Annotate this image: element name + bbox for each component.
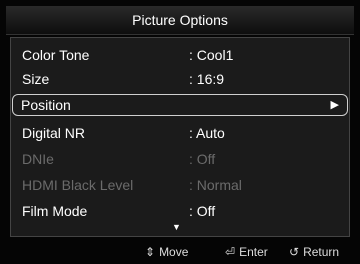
enter-hint: ⏎ Enter [225,240,268,264]
scroll-down-icon[interactable]: ▼ [172,222,181,232]
menu-item-label: HDMI Black Level [22,177,134,193]
menu-item-value: : Off [189,151,216,167]
submenu-arrow-icon: ▶ [330,99,339,111]
page-title: Picture Options [6,6,354,35]
menu-item-label: Size [22,71,50,87]
enter-icon: ⏎ [225,245,236,259]
return-hint: ↺ Return [289,240,339,264]
up-down-arrows-icon: ⇕ [145,245,156,259]
menu-item-value: : Auto [189,125,225,141]
menu-item-position[interactable]: Position ▶ [12,94,348,116]
menu-item-hdmi-black-level: HDMI Black Level : Normal [18,173,348,197]
menu-item-label: Color Tone [22,47,90,63]
return-label: Return [303,245,340,259]
move-hint: ⇕ Move [145,240,188,264]
menu-item-value: : Off [189,203,216,219]
enter-label: Enter [239,245,268,259]
menu-item-film-mode[interactable]: Film Mode : Off [18,199,348,223]
move-label: Move [159,245,189,259]
menu-item-value: : Normal [189,177,242,193]
menu-item-value: : 16:9 [189,71,225,87]
menu-item-value: : Cool1 [189,47,234,63]
menu-item-digital-nr[interactable]: Digital NR : Auto [18,121,348,145]
menu-item-label: Film Mode [22,203,88,219]
footer-hints: ⇕ Move ⏎ Enter ↺ Return [0,240,360,264]
menu-item-color-tone[interactable]: Color Tone : Cool1 [18,43,348,67]
picture-options-osd: Picture Options Color Tone : Cool1 Size … [0,0,360,264]
menu-item-dnie: DNIe : Off [18,147,348,171]
menu-item-label: Digital NR [22,125,86,141]
return-icon: ↺ [289,245,300,259]
menu-item-label: DNIe [22,151,54,167]
menu-item-label: Position [21,97,71,113]
menu-item-size[interactable]: Size : 16:9 [18,67,348,91]
